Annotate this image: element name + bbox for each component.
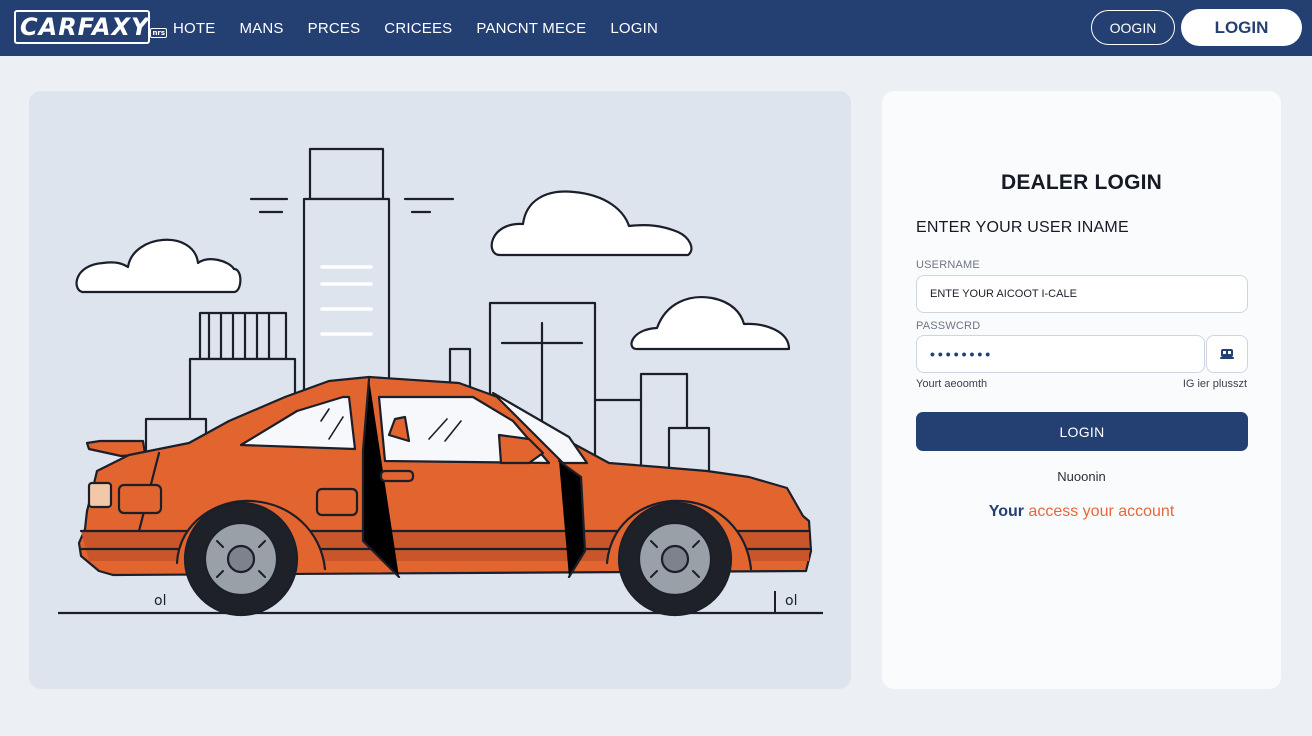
nav-item-pancnt-mece[interactable]: PANCNT MECE	[476, 20, 586, 37]
car-illustration-panel: ol ol	[29, 91, 851, 689]
ground-mark-right: ol	[785, 593, 797, 609]
orange-car	[77, 375, 813, 617]
carfaxy-logo[interactable]: CARFAXY nrs	[14, 10, 168, 44]
nav-item-cricees[interactable]: CRICEES	[384, 20, 452, 37]
password-label: PASSWCRD	[916, 320, 981, 332]
login-title: DEALER LOGIN	[1000, 171, 1163, 194]
access-lead-text: Your	[988, 503, 1024, 520]
ground-mark-left: ol	[154, 593, 166, 609]
nav-item-prces[interactable]: PRCES	[308, 20, 361, 37]
access-account-link[interactable]: Your access your account	[882, 503, 1281, 521]
nav-item-hote[interactable]: HOTE	[173, 20, 215, 37]
secondary-link[interactable]: Nuoonin	[882, 469, 1281, 484]
main-nav: HOTE MANS PRCES CRICEES PANCNT MECE LOGI…	[173, 0, 682, 56]
login-submit-button[interactable]: LOGIN	[916, 412, 1248, 451]
header-oogin-button[interactable]: OOGIN	[1091, 10, 1175, 45]
account-note: Yourt aeoomth	[916, 378, 988, 390]
dealer-login-card: DEALER LOGIN ENTER YOUR USER INAME USERN…	[882, 91, 1281, 689]
username-input[interactable]	[916, 275, 1248, 313]
header-login-button[interactable]: LOGIN	[1181, 9, 1302, 46]
nav-item-mans[interactable]: MANS	[239, 20, 283, 37]
access-accent-text: access your account	[1028, 503, 1175, 520]
password-input[interactable]	[916, 335, 1205, 373]
login-subtitle: ENTER YOUR USER INAME	[916, 219, 1129, 236]
nav-item-login[interactable]: LOGIN	[610, 20, 658, 37]
logo-mark: nrs	[150, 28, 168, 38]
show-password-toggle[interactable]	[1206, 335, 1248, 373]
logo-text: CARFAXY	[20, 13, 150, 41]
forgot-password-link[interactable]: IG ier plusszt	[1183, 378, 1247, 390]
car-city-illustration: ol ol	[58, 147, 823, 617]
password-visibility-icon	[1220, 349, 1234, 359]
username-label: USERNAME	[916, 259, 980, 271]
top-navigation-bar: CARFAXY nrs HOTE MANS PRCES CRICEES PANC…	[0, 0, 1312, 56]
